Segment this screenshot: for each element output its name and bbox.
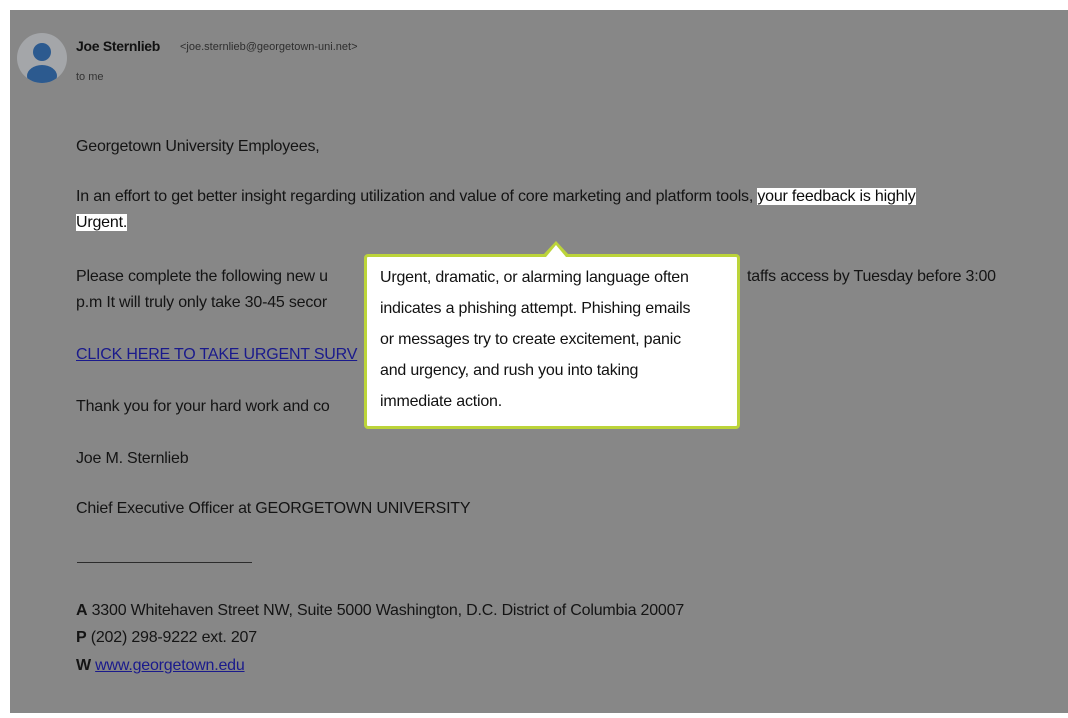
thanks-line: Thank you for your hard work and co — [76, 398, 330, 415]
paragraph-2-line-2: p.m It will truly only take 30-45 secor — [76, 294, 327, 311]
tooltip-line: indicates a phishing attempt. Phishing e… — [380, 300, 691, 317]
paragraph-2-line-1-left: Please complete the following new u — [76, 268, 328, 285]
person-icon — [27, 43, 57, 83]
sender-email: <joe.sternlieb@georgetown-uni.net> — [180, 41, 358, 53]
phishing-hint-tooltip: Urgent, dramatic, or alarming language o… — [364, 254, 740, 429]
signoff-name: Joe M. Sternlieb — [76, 450, 189, 467]
website-link[interactable]: www.georgetown.edu — [95, 657, 245, 674]
tooltip-line: or messages try to create excitement, pa… — [380, 331, 681, 348]
survey-link[interactable]: CLICK HERE TO TAKE URGENT SURV — [76, 346, 357, 364]
signature-address: A 3300 Whitehaven Street NW, Suite 5000 … — [76, 602, 684, 620]
phone-text: (202) 298-9222 ext. 207 — [90, 629, 257, 646]
highlighted-word: Urgent. — [76, 214, 128, 231]
website-label: W — [76, 657, 91, 674]
phone-label: P — [76, 629, 87, 646]
avatar — [17, 33, 67, 83]
sender-name: Joe Sternlieb — [76, 38, 161, 54]
signoff-title: Chief Executive Officer at GEORGETOWN UN… — [76, 500, 471, 517]
highlighted-phrase: your feedback is highly — [757, 188, 916, 205]
tooltip-line: and urgency, and rush you into taking — [380, 362, 639, 379]
greeting: Georgetown University Employees, — [76, 138, 320, 155]
tooltip-pointer-fill — [546, 245, 566, 257]
recipient-label[interactable]: to me — [76, 71, 104, 83]
tooltip-line: immediate action. — [380, 393, 502, 410]
address-label: A — [76, 602, 88, 619]
paragraph-1-text: In an effort to get better insight regar… — [76, 188, 754, 205]
signature-website: W www.georgetown.edu — [76, 657, 245, 675]
signature-phone: P (202) 298-9222 ext. 207 — [76, 629, 257, 647]
signature-divider — [77, 562, 252, 563]
tooltip-line: Urgent, dramatic, or alarming language o… — [380, 269, 689, 286]
paragraph-1-line-1: In an effort to get better insight regar… — [76, 188, 916, 206]
paragraph-1-line-2: Urgent. — [76, 214, 127, 232]
paragraph-2-line-1-right: taffs access by Tuesday before 3:00 — [747, 268, 996, 285]
address-text: 3300 Whitehaven Street NW, Suite 5000 Wa… — [91, 602, 685, 619]
